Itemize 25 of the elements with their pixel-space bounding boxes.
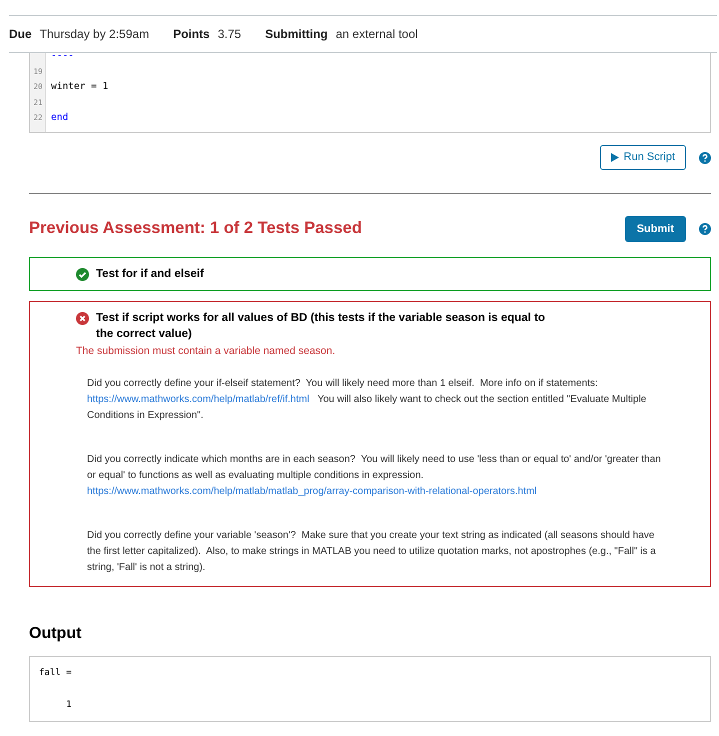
code-line: winter = 1	[51, 80, 108, 94]
code-line: end	[51, 111, 68, 125]
feedback-paragraph: Did you correctly indicate which months are in each season? You will likely need to use 'less than or equal to' and/or 'greater than or equal' to functions as well as evaluating multiple conditions in expression. https://www.mathworks.com/help/matlab/matlab_prog/array-comparison-with-relational-operators.html	[87, 452, 662, 499]
output-heading: Output	[29, 624, 82, 644]
submit-button[interactable]: Submit	[624, 216, 686, 242]
help-link[interactable]: https://www.mathworks.com/help/matlab/ref/if.html	[87, 394, 310, 405]
error-message: The submission must contain a variable named season.	[76, 344, 336, 359]
field-value: an external tool	[336, 26, 418, 43]
field-value: Thursday by 2:59am	[40, 26, 150, 43]
feedback-paragraph: Did you correctly define your if-elseif statement? You will likely need more than 1 elseif. More info on if statements: https://www.mathworks.com/help/matlab/ref/if.html You will also likely want to check out the section entitled "Evaluate Multiple Conditions in Expression".	[87, 376, 648, 423]
field-value: 3.75	[218, 26, 242, 43]
field-label: Submitting	[265, 26, 328, 43]
test-title: Test for if and elseif	[96, 267, 204, 282]
feedback-paragraph: Did you correctly define your variable 'season'? Make sure that you create your text string as indicated (all seasons should have the first letter capitalized). Also, to make strings in MATLAB you need to utilize quotation marks, not apostrophes (e.g., "Fall" is a string, 'Fall' is not a string).	[87, 528, 657, 575]
help-icon[interactable]	[699, 223, 711, 235]
code-line: ----	[51, 53, 74, 63]
assessment-heading: Previous Assessment: 1 of 2 Tests Passed	[29, 218, 362, 239]
help-icon[interactable]	[699, 152, 711, 164]
output-console: fall = 1	[29, 656, 711, 722]
test-title: Test if script works for all values of BD (this tests if the variable season is equal to the correct value)	[96, 311, 546, 342]
help-link[interactable]: https://www.mathworks.com/help/matlab/matlab_prog/array-comparison-with-relational-operators.html	[87, 486, 537, 497]
play-icon	[610, 153, 619, 162]
field-label: Due	[9, 26, 32, 43]
field-label: Points	[173, 26, 210, 43]
run-script-button[interactable]: Run Script	[600, 145, 686, 170]
